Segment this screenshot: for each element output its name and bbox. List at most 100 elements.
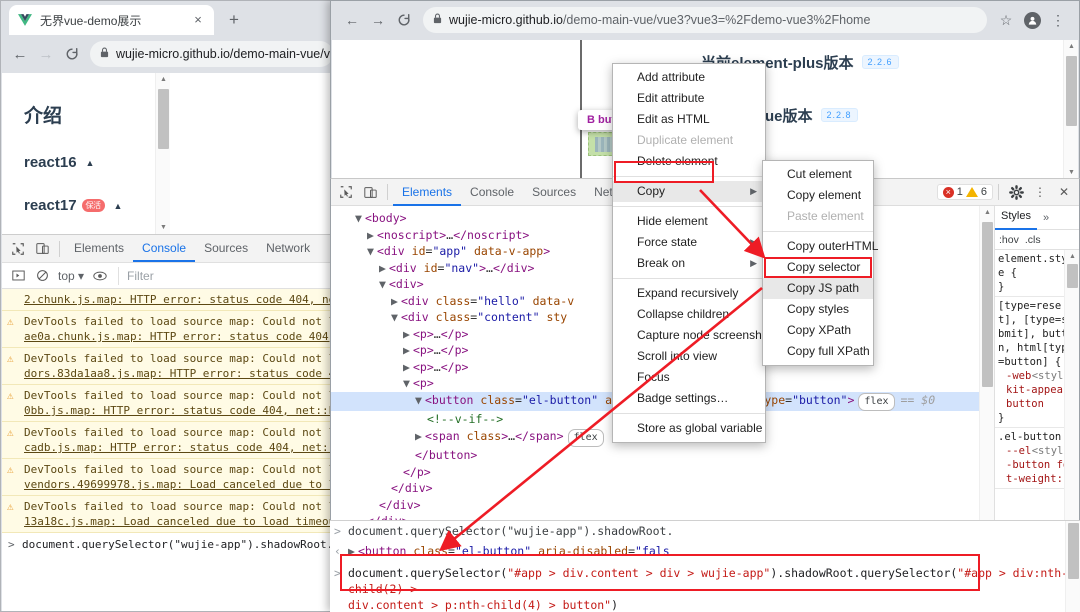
menu-item-cut-element[interactable]: Cut element <box>763 164 873 185</box>
inspect-element-icon[interactable] <box>334 181 358 203</box>
console-message-link[interactable]: 13a18c.js.map: Load canceled due to load… <box>24 515 338 528</box>
scrollbar-thumb[interactable] <box>982 222 993 387</box>
menu-item-copy-js-path[interactable]: Copy JS path <box>763 278 873 299</box>
menu-item-capture-node-screenshot[interactable]: Capture node screenshot <box>613 325 772 346</box>
scroll-up-arrow[interactable]: ▲ <box>980 206 994 220</box>
console-filter-input[interactable]: Filter <box>118 266 334 285</box>
reload-icon[interactable] <box>391 7 417 33</box>
tree-row[interactable]: </button> <box>335 447 994 464</box>
menu-item-copy-full-xpath[interactable]: Copy full XPath <box>763 341 873 362</box>
console-message-link[interactable]: cadb.js.map: HTTP error: status code 404… <box>24 441 338 454</box>
eye-icon[interactable] <box>88 265 112 287</box>
tab-elements[interactable]: Elements <box>65 235 133 262</box>
forward-icon[interactable]: → <box>365 7 391 33</box>
issues-counter[interactable]: × 1 6 <box>936 184 993 200</box>
kebab-menu-icon[interactable]: ⋮ <box>1028 181 1052 203</box>
tab-console[interactable]: Console <box>461 179 523 206</box>
console-drawer-scrollbar[interactable] <box>1065 521 1080 612</box>
nav-item-react17[interactable]: react17 保活 ▲ <box>24 197 338 214</box>
chevron-right-icon: ▶ <box>750 258 757 268</box>
menu-item-store-as-global-variable[interactable]: Store as global variable <box>613 418 765 439</box>
tab-sources[interactable]: Sources <box>523 179 585 206</box>
devtools-context-menu[interactable]: Add attribute Edit attribute Edit as HTM… <box>612 63 772 443</box>
tab-network[interactable]: Network <box>257 235 319 262</box>
scrollbar-thumb[interactable] <box>1066 56 1077 126</box>
menu-item-edit-attribute[interactable]: Edit attribute <box>613 88 765 109</box>
menu-item-scroll-into-view[interactable]: Scroll into view <box>613 346 765 367</box>
scroll-down-arrow[interactable]: ▼ <box>156 221 171 235</box>
browser-tab[interactable]: 无界vue-demo展示 × <box>9 5 214 35</box>
menu-item-add-attribute[interactable]: Add attribute <box>613 67 765 88</box>
menu-item-force-state[interactable]: Force state ▶ <box>613 232 765 253</box>
menu-item-copy-selector[interactable]: Copy selector <box>763 257 873 278</box>
device-toolbar-icon[interactable] <box>358 181 382 203</box>
scrollbar-thumb[interactable] <box>1068 523 1079 579</box>
console-prompt-row[interactable]: > document.querySelector("wujie-app").sh… <box>2 533 338 556</box>
menu-item-badge-settings[interactable]: Badge settings… <box>613 388 765 409</box>
clear-console-icon[interactable] <box>30 265 54 287</box>
hover-state-toggle[interactable]: :hov <box>999 234 1019 246</box>
menu-item-copy[interactable]: Copy ▶ <box>613 181 765 202</box>
lock-icon <box>433 13 442 27</box>
copy-submenu[interactable]: Cut element Copy element Paste element C… <box>762 160 878 366</box>
menu-item-delete-element[interactable]: Delete element <box>613 151 765 172</box>
console-input-selector-1: "#app > div.content > div > wujie-app" <box>507 566 771 580</box>
inspect-element-icon[interactable] <box>6 238 30 260</box>
tab-styles[interactable]: Styles <box>995 206 1037 230</box>
menu-item-collapse-children[interactable]: Collapse children <box>613 304 765 325</box>
menu-item-edit-as-html[interactable]: Edit as HTML <box>613 109 765 130</box>
menu-item-focus[interactable]: Focus <box>613 367 765 388</box>
kebab-menu-icon[interactable]: ⋮ <box>1045 7 1071 33</box>
scroll-up-arrow[interactable]: ▲ <box>1065 250 1079 264</box>
nav-item-react16[interactable]: react16 ▲ <box>24 154 338 171</box>
menu-separator <box>613 206 765 207</box>
tab-sources[interactable]: Sources <box>195 235 257 262</box>
scroll-up-arrow[interactable]: ▲ <box>1064 40 1078 54</box>
menu-item-copy-element[interactable]: Copy element <box>763 185 873 206</box>
tree-row[interactable]: </p> <box>335 464 994 481</box>
back-icon[interactable]: ← <box>339 7 365 33</box>
scrollbar-thumb[interactable] <box>1067 264 1078 288</box>
menu-item-copy-outerhtml[interactable]: Copy outerHTML <box>763 236 878 257</box>
forward-icon[interactable]: → <box>33 41 59 67</box>
execute-icon[interactable] <box>6 265 30 287</box>
menu-item-copy-xpath[interactable]: Copy XPath <box>763 320 873 341</box>
console-message-link[interactable]: dors.83da1aa8.js.map: HTTP error: status… <box>24 367 338 380</box>
console-message-link[interactable]: ae0a.chunk.js.map: HTTP error: status co… <box>24 330 335 343</box>
tab-elements[interactable]: Elements <box>393 179 462 206</box>
scrollbar-thumb[interactable] <box>158 89 169 149</box>
menu-item-hide-element[interactable]: Hide element <box>613 211 765 232</box>
scroll-up-arrow[interactable]: ▲ <box>156 73 171 87</box>
console-input-row[interactable]: > document.querySelector("#app > div.con… <box>330 561 1080 612</box>
console-message-link[interactable]: vendors.49699978.js.map: Load canceled d… <box>24 478 338 491</box>
back-icon[interactable]: ← <box>7 41 33 67</box>
close-icon[interactable]: × <box>190 12 206 28</box>
reload-icon[interactable] <box>59 41 85 67</box>
menu-item-break-on[interactable]: Break on ▶ <box>613 253 765 274</box>
console-message-text[interactable]: 2.chunk.js.map: HTTP error: status code … <box>24 293 338 306</box>
tree-row[interactable]: </div> <box>335 480 994 497</box>
back-page-scrollbar[interactable]: ▲ ▼ <box>155 73 170 235</box>
console-context-selector[interactable]: top ▾ <box>54 269 88 283</box>
class-toggle[interactable]: .cls <box>1025 234 1041 246</box>
tab-console[interactable]: Console <box>133 235 196 262</box>
new-tab-button[interactable]: + <box>220 7 248 35</box>
front-page-scrollbar[interactable]: ▲ ▼ <box>1063 40 1078 180</box>
front-address-bar[interactable]: wujie-micro.github.io/demo-main-vue/vue3… <box>423 7 987 33</box>
avatar-circle-icon <box>1023 11 1041 29</box>
bookmark-star-icon[interactable]: ☆ <box>993 7 1019 33</box>
gear-icon[interactable] <box>1004 181 1028 203</box>
styles-more-tabs-icon[interactable]: » <box>1037 212 1055 224</box>
device-toolbar-icon[interactable] <box>30 238 54 260</box>
tree-row[interactable]: </div> <box>335 497 994 514</box>
close-icon[interactable]: ✕ <box>1052 181 1076 203</box>
console-message-link[interactable]: 0bb.js.map: HTTP error: status code 404,… <box>24 404 338 417</box>
flex-badge[interactable]: flex <box>858 392 895 411</box>
menu-item-copy-styles[interactable]: Copy styles <box>763 299 873 320</box>
profile-avatar[interactable] <box>1019 7 1045 33</box>
background-browser-window[interactable]: 无界vue-demo展示 × + ← → wujie-micro.github.… <box>0 0 340 612</box>
console-message-text: DevTools failed to load source map: Coul… <box>24 315 338 328</box>
flex-badge[interactable]: flex <box>567 428 604 447</box>
back-address-bar[interactable]: wujie-micro.github.io/demo-main-vue/vu <box>90 41 333 67</box>
menu-item-expand-recursively[interactable]: Expand recursively <box>613 283 765 304</box>
